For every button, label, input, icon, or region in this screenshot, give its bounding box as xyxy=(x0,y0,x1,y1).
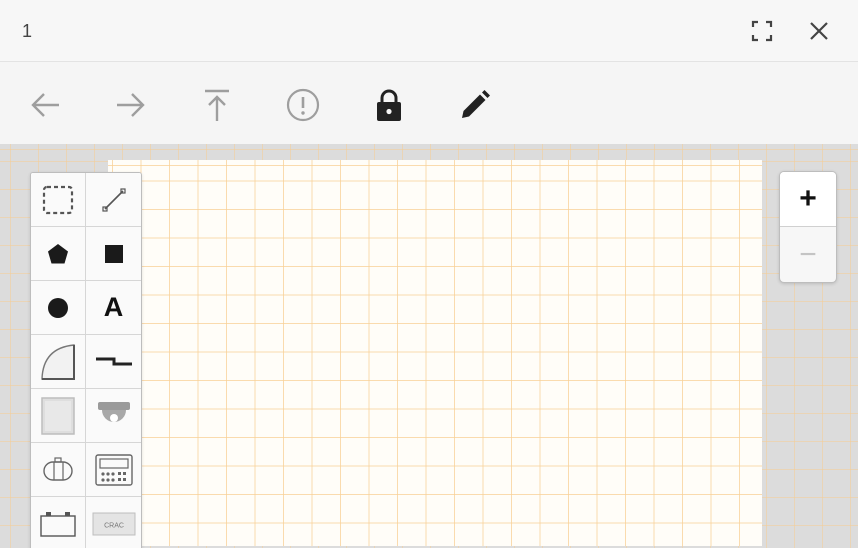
text-tool[interactable]: A xyxy=(86,281,141,335)
panel-tool[interactable] xyxy=(31,389,86,443)
line-tool[interactable] xyxy=(86,173,141,227)
drawing-page[interactable] xyxy=(108,160,762,546)
edit-button[interactable] xyxy=(456,86,494,124)
lock-icon xyxy=(377,89,401,121)
wall-break-tool[interactable] xyxy=(86,335,141,389)
title-bar: 1 xyxy=(0,0,858,62)
redo-button[interactable] xyxy=(111,86,149,124)
pencil-icon xyxy=(462,90,490,118)
crac-tool[interactable]: CRAC xyxy=(86,497,141,548)
shape-palette: A CRAC xyxy=(30,172,142,548)
arrow-left-icon xyxy=(31,93,59,117)
svg-text:CRAC: CRAC xyxy=(104,522,124,529)
rectangle-tool[interactable] xyxy=(86,227,141,281)
toolbar xyxy=(0,62,858,144)
undo-button[interactable] xyxy=(27,86,65,124)
text-icon: A xyxy=(103,292,124,322)
zoom-controls: + − xyxy=(779,171,837,283)
tank-icon xyxy=(43,456,73,481)
arrow-right-icon xyxy=(117,93,145,117)
panel-icon xyxy=(41,396,75,435)
polygon-tool[interactable] xyxy=(31,227,86,281)
circle-icon xyxy=(48,297,68,318)
lock-button[interactable] xyxy=(370,86,408,124)
battery-icon xyxy=(40,511,76,537)
zoom-out-button[interactable]: − xyxy=(780,227,836,282)
zoom-in-button[interactable]: + xyxy=(780,172,836,227)
square-icon xyxy=(104,244,123,263)
close-button[interactable] xyxy=(802,14,836,48)
close-icon xyxy=(810,22,828,40)
tank-tool[interactable] xyxy=(31,443,86,497)
door-swing-icon xyxy=(41,343,75,380)
circle-tool[interactable] xyxy=(31,281,86,335)
line-icon xyxy=(101,187,126,212)
dome-camera-icon xyxy=(97,401,130,422)
fullscreen-button[interactable] xyxy=(745,14,779,48)
controller-tool[interactable] xyxy=(86,443,141,497)
select-tool[interactable] xyxy=(31,173,86,227)
pentagon-icon xyxy=(48,243,68,263)
dashed-rectangle-icon xyxy=(42,185,74,214)
arrow-up-to-line-icon xyxy=(205,89,229,121)
info-button[interactable] xyxy=(284,86,322,124)
fullscreen-icon xyxy=(751,20,773,42)
door-swing-tool[interactable] xyxy=(31,335,86,389)
wall-line-icon xyxy=(95,357,132,365)
bring-to-top-button[interactable] xyxy=(198,86,236,124)
window-title: 1 xyxy=(22,21,33,41)
crac-unit-icon: CRAC xyxy=(92,512,135,535)
battery-tool[interactable] xyxy=(31,497,86,548)
controller-icon xyxy=(94,453,133,486)
dome-camera-tool[interactable] xyxy=(86,389,141,443)
exclamation-circle-icon xyxy=(286,88,320,122)
